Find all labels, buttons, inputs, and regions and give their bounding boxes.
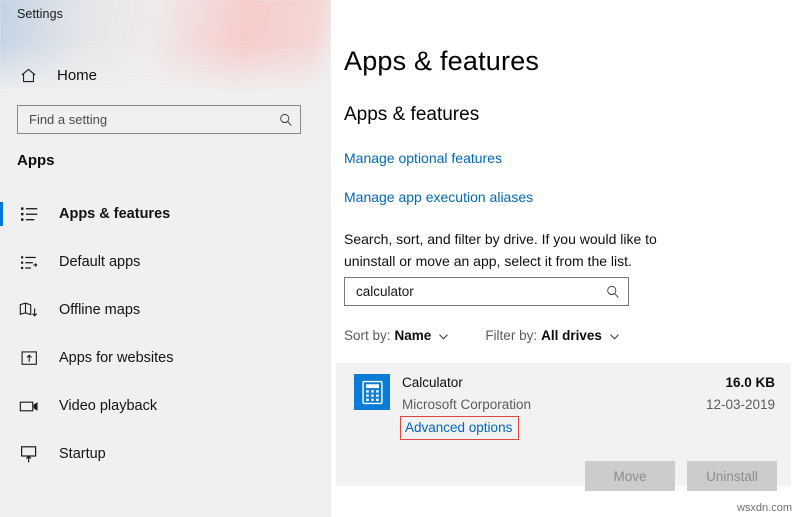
sidebar-item-label: Offline maps [59, 302, 140, 318]
sidebar-section-header: Apps [17, 152, 55, 169]
sort-by-dropdown[interactable]: Sort by: Name [344, 328, 449, 343]
apps-for-websites-icon [17, 347, 41, 369]
settings-window: Settings Home Find a setting Apps [0, 0, 800, 517]
move-button[interactable]: Move [585, 461, 675, 491]
sidebar-item-label: Apps for websites [59, 350, 173, 366]
app-title: Settings [17, 7, 63, 21]
list-icon [17, 203, 41, 225]
sidebar: Settings Home Find a setting Apps [0, 0, 331, 517]
app-size: 16.0 KB [725, 375, 775, 390]
startup-icon [17, 443, 41, 465]
main-content: Apps & features Apps & features Manage o… [331, 0, 800, 517]
section-title: Apps & features [344, 104, 479, 126]
sidebar-item-default-apps[interactable]: Default apps [0, 238, 331, 286]
video-playback-icon [17, 395, 41, 417]
sidebar-item-label: Startup [59, 446, 106, 462]
offline-maps-icon [17, 299, 41, 321]
sidebar-item-apps-for-websites[interactable]: Apps for websites [0, 334, 331, 382]
app-install-date: 12-03-2019 [706, 397, 775, 412]
settings-search-input[interactable]: Find a setting [29, 112, 278, 127]
sort-by-value: Name [395, 328, 432, 343]
sort-by-label: Sort by: [344, 328, 391, 343]
watermark: wsxdn.com [737, 502, 792, 514]
filter-by-dropdown[interactable]: Filter by: All drives [485, 328, 620, 343]
sidebar-item-home[interactable]: Home [0, 58, 331, 92]
sidebar-item-apps-and-features[interactable]: Apps & features [0, 190, 331, 238]
filter-by-label: Filter by: [485, 328, 537, 343]
sidebar-item-startup[interactable]: Startup [0, 430, 331, 478]
page-title: Apps & features [344, 46, 539, 77]
sidebar-item-offline-maps[interactable]: Offline maps [0, 286, 331, 334]
sidebar-item-video-playback[interactable]: Video playback [0, 382, 331, 430]
settings-search-box[interactable]: Find a setting [17, 105, 301, 134]
list-filters: Sort by: Name Filter by: All drives [344, 328, 620, 343]
advanced-options-link[interactable]: Advanced options [400, 416, 519, 440]
sidebar-home-label: Home [57, 67, 97, 84]
sidebar-nav-list: Apps & features Default apps [0, 190, 331, 478]
settings-search[interactable]: Find a setting [17, 105, 301, 134]
search-icon[interactable] [605, 284, 621, 300]
sidebar-item-label: Video playback [59, 398, 157, 414]
app-publisher: Microsoft Corporation [402, 397, 531, 412]
home-icon [17, 64, 39, 86]
link-manage-app-execution-aliases[interactable]: Manage app execution aliases [344, 189, 533, 205]
app-list-search-input[interactable]: calculator [356, 284, 605, 299]
search-icon[interactable] [278, 112, 294, 128]
sidebar-item-label: Default apps [59, 254, 140, 270]
page-description: Search, sort, and filter by drive. If yo… [344, 228, 664, 272]
app-name: Calculator [402, 375, 463, 390]
app-list-search[interactable]: calculator [344, 277, 629, 306]
default-apps-icon [17, 251, 41, 273]
uninstall-button[interactable]: Uninstall [687, 461, 777, 491]
chevron-down-icon[interactable] [438, 330, 449, 341]
calculator-icon [354, 374, 390, 410]
link-manage-optional-features[interactable]: Manage optional features [344, 150, 502, 166]
sidebar-item-label: Apps & features [59, 206, 170, 222]
app-list-item-calculator[interactable]: Calculator Microsoft Corporation Advance… [336, 363, 791, 486]
filter-by-value: All drives [541, 328, 602, 343]
chevron-down-icon[interactable] [609, 330, 620, 341]
